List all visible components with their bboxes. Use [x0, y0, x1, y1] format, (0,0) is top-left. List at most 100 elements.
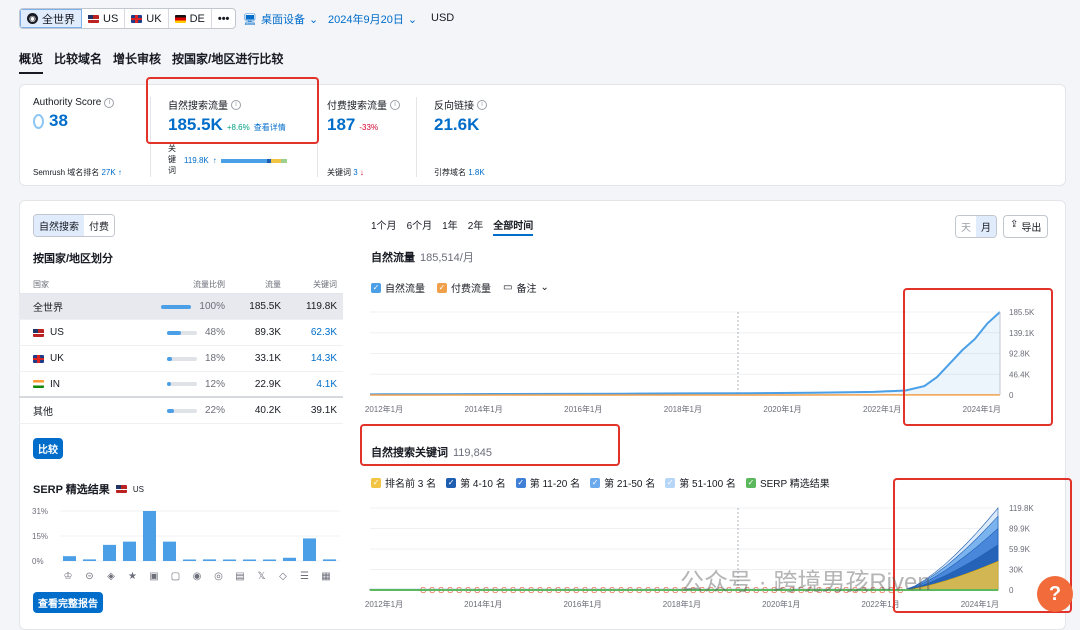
granularity-day[interactable]: 天: [956, 216, 976, 237]
share-value: 12%: [205, 379, 225, 390]
range-6m[interactable]: 6个月: [407, 217, 433, 236]
keywords-value: 39.1K: [281, 405, 337, 416]
tab-compare-countries[interactable]: 按国家/地区进行比较: [172, 50, 283, 74]
semrush-rank: Semrush 域名排名 27K ↑: [33, 167, 122, 178]
diamond-icon[interactable]: ◈: [107, 571, 115, 582]
serp-bar[interactable]: [183, 560, 196, 562]
serp-bar[interactable]: [283, 558, 296, 561]
serp-bar[interactable]: [263, 560, 276, 562]
keywords-value[interactable]: 14.3K: [281, 353, 337, 364]
share-value: 100%: [199, 301, 225, 312]
organic-kw: 119.8K↑: [184, 156, 287, 165]
serp-y-tick: 31%: [32, 507, 48, 516]
star-icon[interactable]: ★: [128, 571, 137, 582]
serp-bar[interactable]: [243, 560, 256, 562]
share-bar: [167, 409, 197, 413]
de-flag-icon: [175, 15, 186, 23]
traffic-value: 40.2K: [225, 405, 281, 416]
legend-kw-4[interactable]: ✓第 51-100 名: [665, 475, 736, 490]
cap-icon[interactable]: ◎: [214, 571, 223, 582]
serp-bar[interactable]: [203, 559, 216, 561]
range-1y[interactable]: 1年: [442, 217, 458, 236]
legend-paid[interactable]: ✓付费流量: [437, 280, 491, 295]
notes-dropdown[interactable]: ▭备注⌄: [503, 280, 549, 295]
news-icon[interactable]: ▤: [235, 571, 244, 582]
traffic-value: 33.1K: [225, 353, 281, 364]
serp-bar[interactable]: [83, 559, 96, 561]
help-button[interactable]: ?: [1037, 576, 1073, 612]
more-button[interactable]: •••: [212, 9, 236, 28]
legend-organic[interactable]: ✓自然流量: [371, 280, 425, 295]
serp-bar[interactable]: [323, 559, 336, 561]
authority-gauge-icon: [33, 114, 44, 129]
chevron-down-icon: ⌄: [309, 13, 318, 26]
image-icon[interactable]: ▣: [149, 571, 158, 582]
share-bar: [167, 357, 197, 361]
toggle-organic[interactable]: 自然搜索: [34, 215, 84, 236]
table-row[interactable]: 其他22%40.2K39.1K: [19, 398, 343, 424]
keywords-value[interactable]: 62.3K: [281, 327, 337, 338]
pin-icon[interactable]: ◉: [193, 571, 202, 582]
keywords-value[interactable]: 4.1K: [281, 379, 337, 390]
legend-kw-1[interactable]: ✓第 4-10 名: [446, 475, 506, 490]
organic-paid-toggle: 自然搜索 付费: [33, 214, 115, 237]
view-full-report-button[interactable]: 查看完整报告: [33, 592, 103, 613]
table-row[interactable]: US48%89.3K62.3K: [19, 320, 343, 346]
range-1m[interactable]: 1个月: [371, 217, 397, 236]
serp-bar[interactable]: [103, 545, 116, 561]
tab-compare-domains[interactable]: 比较域名: [54, 50, 102, 74]
chevron-down-icon: ⌄: [408, 13, 417, 26]
x-tick-label: 2020年1月: [762, 599, 800, 609]
toggle-paid[interactable]: 付费: [84, 215, 114, 236]
top-bar: ◉全世界 US UK DE ••• 🖥桌面设备⌄ 2024年9月20日⌄ USD: [0, 0, 1080, 38]
serp-bar[interactable]: [143, 511, 156, 561]
us-flag-icon: [88, 15, 99, 23]
chat-icon[interactable]: ▢: [171, 571, 180, 582]
db-uk[interactable]: UK: [125, 9, 168, 28]
currency-label: USD: [431, 12, 454, 24]
list-icon[interactable]: ☰: [300, 571, 309, 582]
share-bar: [167, 382, 197, 386]
table-row[interactable]: UK18%33.1K14.3K: [19, 346, 343, 372]
x-icon[interactable]: 𝕏: [257, 571, 265, 582]
authority-score: Authority Scorei 38: [33, 97, 114, 131]
link-icon[interactable]: ⊝: [85, 571, 93, 582]
db-us[interactable]: US: [82, 9, 125, 28]
device-dropdown[interactable]: 🖥桌面设备⌄: [243, 11, 318, 27]
legend-kw-2[interactable]: ✓第 11-20 名: [516, 475, 580, 490]
traffic-chart-title: 自然流量 185,514/月: [371, 249, 474, 265]
range-all[interactable]: 全部时间: [493, 217, 533, 236]
range-2y[interactable]: 2年: [468, 217, 484, 236]
gallery-icon[interactable]: ▦: [321, 571, 330, 582]
serp-bar[interactable]: [303, 538, 316, 561]
serp-chart: 31%15%0%♔⊝◈★▣▢◉◎▤𝕏◇☰▦: [30, 505, 345, 585]
db-worldwide[interactable]: ◉全世界: [20, 9, 82, 28]
tab-overview[interactable]: 概览: [19, 50, 43, 74]
granularity-month[interactable]: 月: [976, 216, 996, 237]
info-icon[interactable]: i: [104, 98, 114, 108]
legend-kw-0[interactable]: ✓排名前 3 名: [371, 475, 436, 490]
globe-icon: ◉: [27, 13, 38, 24]
tab-growth-report[interactable]: 增长审核: [113, 50, 161, 74]
legend-kw-5[interactable]: ✓SERP 精选结果: [746, 475, 830, 490]
compare-button[interactable]: 比较: [33, 438, 63, 459]
legend-kw-3[interactable]: ✓第 21-50 名: [590, 475, 655, 490]
export-button[interactable]: ⇪导出: [1003, 215, 1048, 238]
table-row[interactable]: IN12%22.9K4.1K: [19, 372, 343, 398]
info-icon[interactable]: i: [477, 100, 487, 110]
backlinks: 反向链接i 21.6K: [434, 97, 487, 135]
serp-y-tick: 15%: [32, 532, 48, 541]
date-dropdown[interactable]: 2024年9月20日⌄: [328, 11, 417, 27]
serp-bar[interactable]: [63, 556, 76, 561]
db-de[interactable]: DE: [169, 9, 212, 28]
keyword-distribution-bar: [221, 159, 287, 163]
crown-icon[interactable]: ♔: [64, 571, 73, 582]
country-name: 其他: [33, 403, 53, 418]
serp-bar[interactable]: [223, 560, 236, 562]
info-icon[interactable]: i: [390, 100, 400, 110]
table-row[interactable]: 全世界100%185.5K119.8K: [19, 294, 343, 320]
tag-icon[interactable]: ◇: [279, 571, 287, 582]
serp-bar[interactable]: [123, 542, 136, 561]
serp-bar[interactable]: [163, 542, 176, 561]
uk-flag-icon: [33, 355, 44, 363]
